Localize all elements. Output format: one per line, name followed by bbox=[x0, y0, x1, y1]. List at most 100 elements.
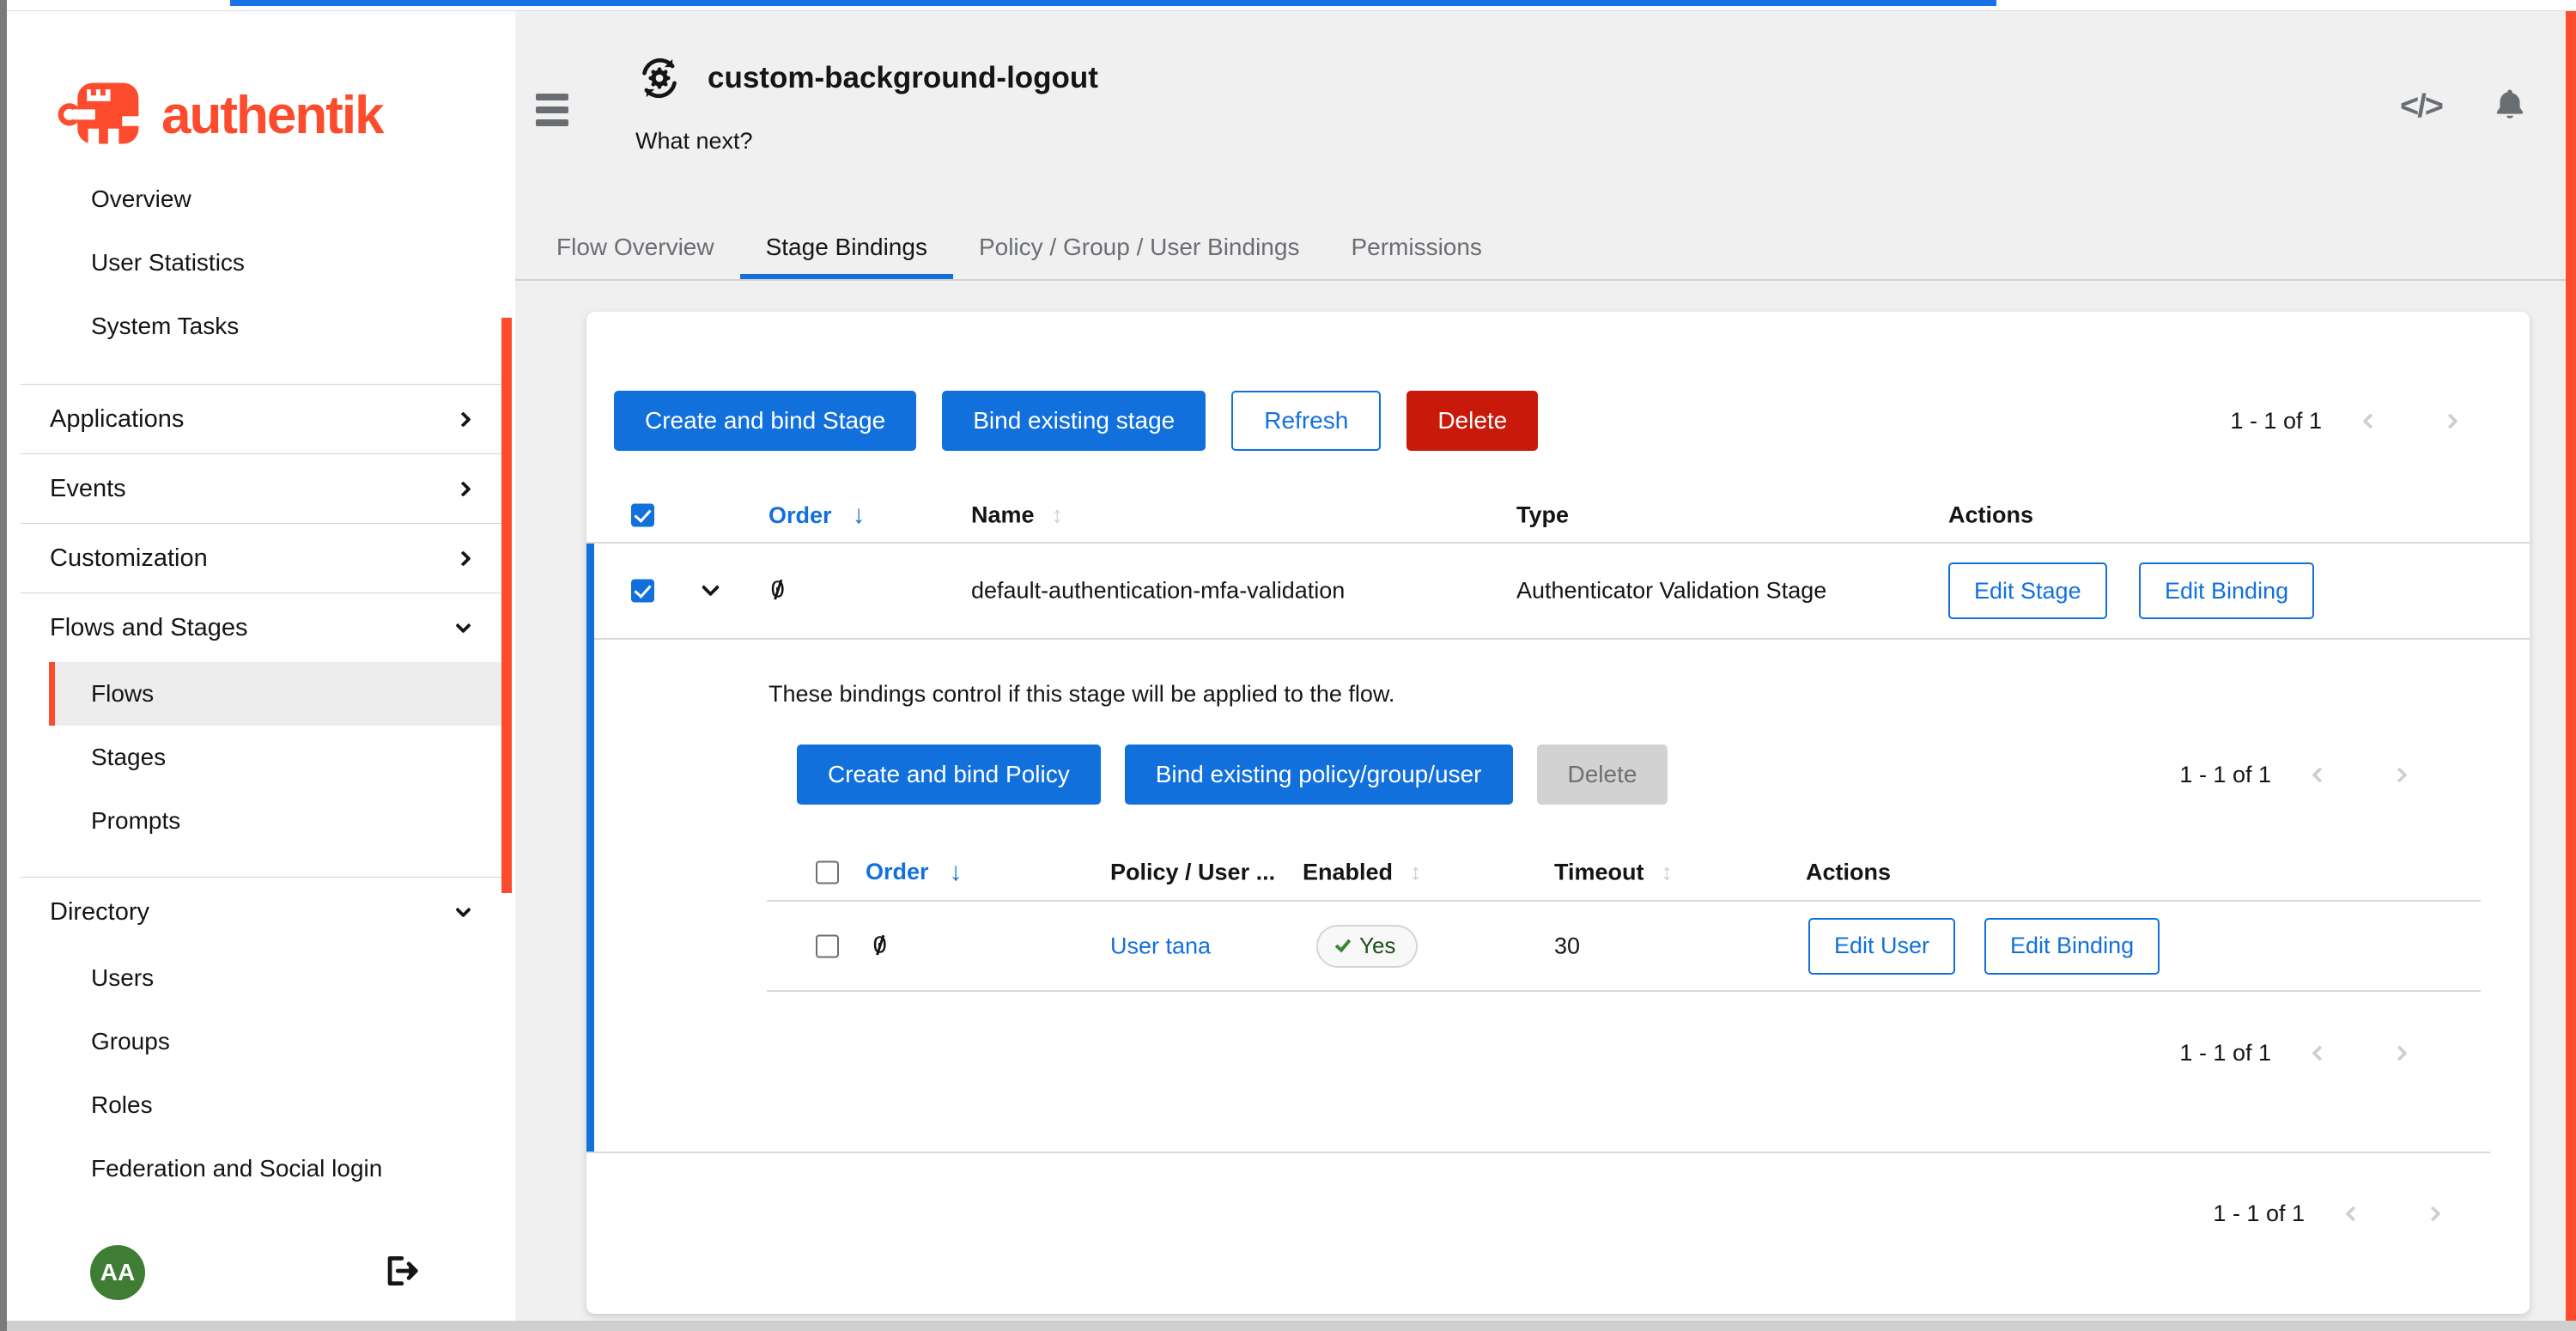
create-and-bind-stage-button[interactable]: Create and bind Stage bbox=[614, 391, 916, 451]
window-edge bbox=[0, 0, 7, 1331]
chevron-right-icon bbox=[455, 411, 471, 427]
sidebar-group-flows-and-stages[interactable]: Flows and Stages bbox=[7, 593, 515, 662]
sidebar-item-system-tasks[interactable]: System Tasks bbox=[7, 295, 515, 358]
collapse-caret-icon[interactable] bbox=[702, 578, 720, 596]
pagination-range: 1 - 1 of 1 bbox=[2179, 762, 2271, 788]
order-value: 0 bbox=[770, 577, 785, 605]
column-actions: Actions bbox=[1948, 502, 2033, 529]
column-order[interactable]: Order ↓ bbox=[866, 858, 963, 887]
sidebar-item-users[interactable]: Users bbox=[7, 946, 515, 1010]
tab-flow-overview[interactable]: Flow Overview bbox=[531, 216, 740, 279]
app-logo[interactable]: authentik bbox=[7, 11, 515, 155]
sidebar-nav: Overview User Statistics System Tasks Ap… bbox=[7, 167, 515, 1200]
chevron-right-icon bbox=[455, 481, 471, 496]
notification-bell-icon[interactable] bbox=[2492, 87, 2528, 127]
authentik-logo-icon bbox=[57, 78, 148, 153]
pagination-next-icon[interactable] bbox=[2391, 1045, 2407, 1061]
expanded-row-accent bbox=[586, 544, 594, 1153]
sidebar-item-prompts[interactable]: Prompts bbox=[7, 789, 515, 853]
sort-icon: ↕ bbox=[1052, 502, 1064, 529]
pagination: 1 - 1 of 1 bbox=[2213, 1183, 2439, 1243]
main-scrollbar-thumb[interactable] bbox=[2566, 11, 2576, 1321]
pagination-next-icon[interactable] bbox=[2425, 1206, 2440, 1221]
select-all-checkbox[interactable] bbox=[816, 860, 839, 884]
main-area: custom-background-logout What next? </> … bbox=[515, 11, 2566, 1321]
tab-stage-bindings[interactable]: Stage Bindings bbox=[740, 216, 953, 279]
api-code-icon[interactable]: </> bbox=[2400, 88, 2442, 125]
sidebar-item-user-statistics[interactable]: User Statistics bbox=[7, 231, 515, 295]
pagination-next-icon[interactable] bbox=[2442, 413, 2458, 428]
chevron-down-icon bbox=[455, 902, 471, 917]
sidebar-item-groups[interactable]: Groups bbox=[7, 1010, 515, 1073]
avatar[interactable]: AA bbox=[90, 1245, 145, 1300]
delete-stage-button[interactable]: Delete bbox=[1406, 391, 1538, 451]
sidebar-group-customization[interactable]: Customization bbox=[7, 524, 515, 593]
column-name[interactable]: Name ↕ bbox=[971, 502, 1063, 529]
expanded-region-border bbox=[586, 1152, 2490, 1153]
row-checkbox[interactable] bbox=[631, 580, 654, 603]
column-policy-user: Policy / User ... bbox=[1110, 859, 1275, 885]
sort-descending-icon: ↓ bbox=[853, 501, 866, 530]
user-link[interactable]: User tana bbox=[1110, 933, 1211, 959]
stage-type: Authenticator Validation Stage bbox=[1516, 578, 1826, 605]
menu-icon[interactable] bbox=[536, 94, 570, 126]
row-checkbox[interactable] bbox=[816, 934, 839, 957]
tab-bar: Flow Overview Stage Bindings Policy / Gr… bbox=[515, 216, 2566, 281]
bind-existing-policy-button[interactable]: Bind existing policy/group/user bbox=[1125, 745, 1513, 805]
check-icon bbox=[1335, 935, 1352, 951]
column-actions: Actions bbox=[1806, 859, 1891, 885]
edit-binding-button[interactable]: Edit Binding bbox=[1984, 918, 2160, 975]
sidebar-group-directory[interactable]: Directory bbox=[7, 878, 515, 946]
chevron-right-icon bbox=[455, 550, 471, 566]
sidebar-item-stages[interactable]: Stages bbox=[7, 726, 515, 789]
column-enabled[interactable]: Enabled ↕ bbox=[1303, 859, 1422, 885]
sidebar-group-applications[interactable]: Applications bbox=[7, 385, 515, 453]
column-order[interactable]: Order ↓ bbox=[769, 501, 866, 530]
create-and-bind-policy-button[interactable]: Create and bind Policy bbox=[797, 745, 1101, 805]
stage-bindings-card: Create and bind Stage Bind existing stag… bbox=[586, 312, 2530, 1314]
bindings-description: These bindings control if this stage wil… bbox=[769, 681, 1394, 708]
sidebar-item-roles[interactable]: Roles bbox=[7, 1073, 515, 1137]
stage-table-header: Order ↓ Name ↕ Type Actions bbox=[586, 489, 2530, 544]
order-value: 0 bbox=[872, 932, 887, 960]
stage-toolbar: Create and bind Stage Bind existing stag… bbox=[614, 391, 1538, 451]
pagination-prev-icon[interactable] bbox=[2312, 767, 2327, 782]
sort-descending-icon: ↓ bbox=[950, 858, 963, 887]
pagination-range: 1 - 1 of 1 bbox=[2213, 1200, 2305, 1227]
logout-icon[interactable] bbox=[381, 1252, 419, 1294]
edit-binding-button[interactable]: Edit Binding bbox=[2139, 562, 2314, 619]
policy-toolbar: Create and bind Policy Bind existing pol… bbox=[797, 745, 1668, 805]
tab-policy-group-user-bindings[interactable]: Policy / Group / User Bindings bbox=[953, 216, 1326, 279]
bottom-scroll-area[interactable] bbox=[7, 1321, 2576, 1331]
edit-stage-button[interactable]: Edit Stage bbox=[1948, 562, 2107, 619]
bind-existing-stage-button[interactable]: Bind existing stage bbox=[942, 391, 1206, 451]
table-row: 0 User tana Yes 30 Edit User Edit Bindin… bbox=[767, 902, 2481, 992]
sidebar-scrollbar-thumb[interactable] bbox=[501, 318, 512, 893]
policy-table-header: Order ↓ Policy / User ... Enabled ↕ Time… bbox=[767, 844, 2481, 902]
pagination: 1 - 1 of 1 bbox=[2179, 745, 2405, 805]
stage-name: default-authentication-mfa-validation bbox=[971, 578, 1345, 605]
edit-user-button[interactable]: Edit User bbox=[1808, 918, 1955, 975]
logo-wordmark: authentik bbox=[161, 85, 383, 146]
sort-icon: ↕ bbox=[1662, 859, 1674, 885]
pagination-prev-icon[interactable] bbox=[2312, 1045, 2327, 1061]
pagination-prev-icon[interactable] bbox=[2362, 413, 2378, 428]
sidebar-item-flows[interactable]: Flows bbox=[49, 662, 501, 726]
refresh-button[interactable]: Refresh bbox=[1231, 391, 1381, 451]
sidebar-item-overview[interactable]: Overview bbox=[7, 167, 515, 231]
column-timeout[interactable]: Timeout ↕ bbox=[1554, 859, 1673, 885]
table-row: 0 default-authentication-mfa-validation … bbox=[594, 544, 2530, 640]
delete-binding-button[interactable]: Delete bbox=[1537, 745, 1668, 805]
sidebar-item-federation[interactable]: Federation and Social login bbox=[7, 1137, 515, 1200]
enabled-badge: Yes bbox=[1316, 925, 1418, 968]
column-type: Type bbox=[1516, 502, 1569, 529]
timeout-value: 30 bbox=[1554, 933, 1580, 959]
pagination: 1 - 1 of 1 bbox=[2179, 1023, 2405, 1083]
loading-bar bbox=[230, 0, 1996, 6]
pagination-next-icon[interactable] bbox=[2391, 767, 2407, 782]
sidebar-group-events[interactable]: Events bbox=[7, 454, 515, 523]
policy-bindings-table: Order ↓ Policy / User ... Enabled ↕ Time… bbox=[767, 844, 2481, 992]
select-all-checkbox[interactable] bbox=[631, 504, 654, 527]
tab-permissions[interactable]: Permissions bbox=[1325, 216, 1507, 279]
pagination-prev-icon[interactable] bbox=[2345, 1206, 2360, 1221]
